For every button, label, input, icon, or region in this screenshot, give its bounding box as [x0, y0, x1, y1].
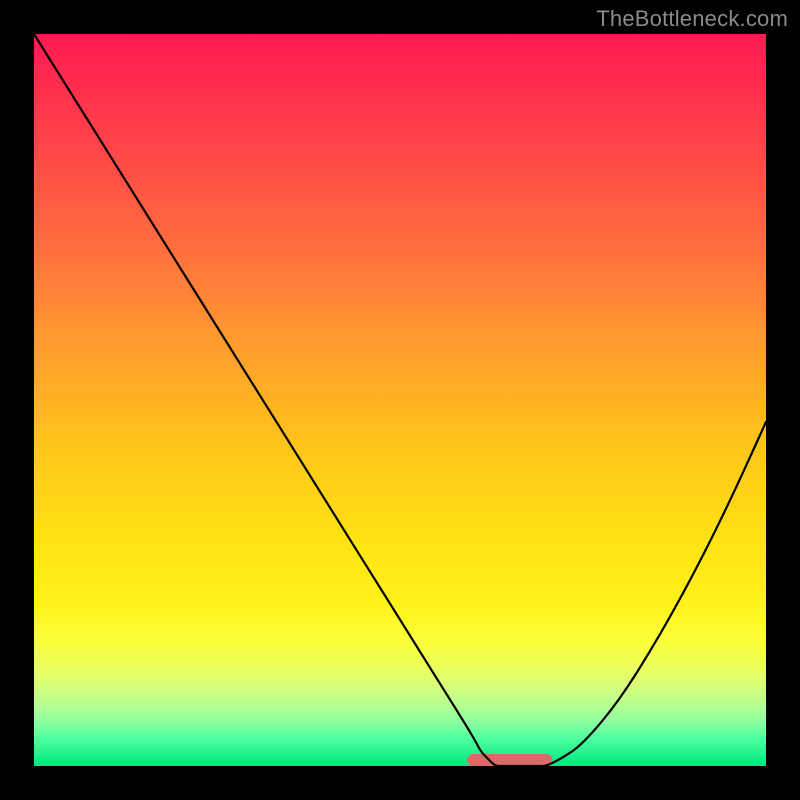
bottleneck-curve-line	[34, 34, 766, 766]
chart-frame: TheBottleneck.com	[0, 0, 800, 800]
watermark-text: TheBottleneck.com	[596, 6, 788, 32]
bottleneck-chart-svg	[34, 34, 766, 766]
plot-area	[34, 34, 766, 766]
